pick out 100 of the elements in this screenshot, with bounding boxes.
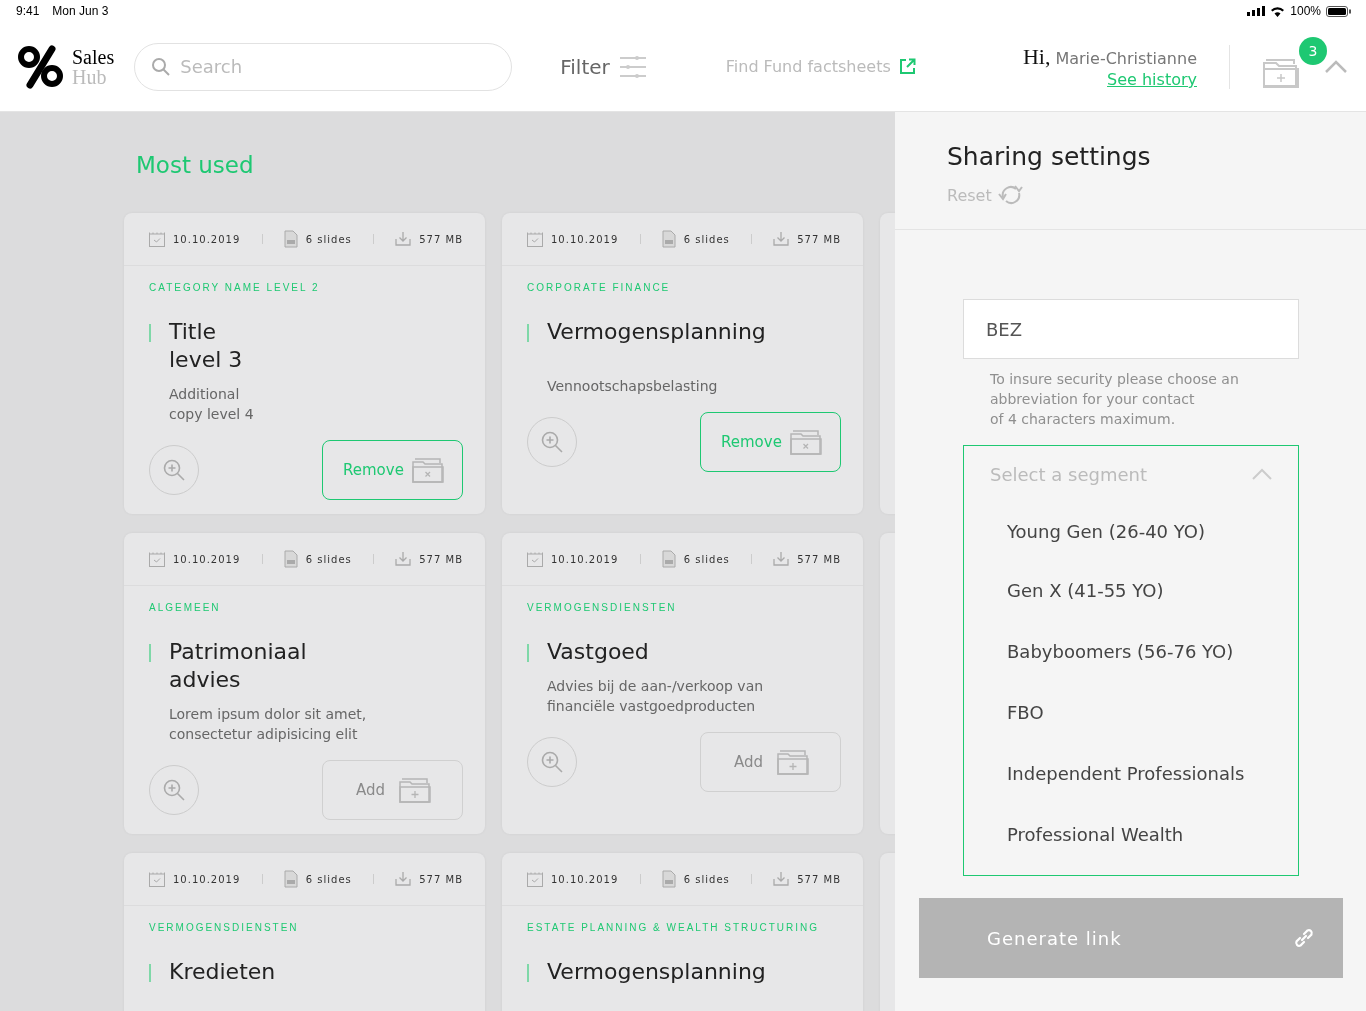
file-size: 577 MB: [797, 873, 841, 885]
file-size: 577 MB: [419, 233, 463, 245]
category-label: ALGEMEEN: [149, 602, 222, 615]
card-description: Advies bij de aan-/verkoop van financiële vastgoedproducten: [547, 677, 765, 716]
zoom-in-button[interactable]: [149, 765, 199, 815]
download-icon: [395, 232, 412, 246]
file-size: 577 MB: [797, 233, 841, 245]
segment-dropdown[interactable]: Select a segment: [964, 446, 1298, 502]
count-badge: 3: [1299, 36, 1327, 65]
logo-text: Sales: [72, 46, 115, 67]
segment-option[interactable]: Independent Professionals: [964, 743, 1298, 804]
download-icon: [773, 872, 790, 886]
segment-option[interactable]: Babyboomers (56-76 YO): [964, 621, 1298, 682]
zoom-in-icon: [162, 778, 186, 802]
document-icon: [283, 870, 298, 888]
history-link[interactable]: See history: [1107, 70, 1197, 89]
date-text: 10.10.2019: [173, 873, 241, 885]
zoom-in-button[interactable]: [527, 737, 577, 787]
slides-count: 6 slides: [305, 873, 352, 885]
card-title: Patrimoniaal advies: [169, 638, 307, 694]
battery-icon: [1326, 5, 1351, 17]
panel-title: Sharing settings: [947, 142, 1152, 171]
date-text: 10.10.2019: [551, 873, 619, 885]
user-name: Marie-Christianne: [1055, 49, 1197, 68]
category-label: CATEGORY NAME LEVEL 2: [149, 282, 321, 295]
greeting: Hi,: [1022, 44, 1051, 70]
card-description: Additional copy level 4: [169, 385, 255, 424]
signal-icon: [1247, 6, 1266, 16]
folder-add-icon: [777, 749, 809, 775]
chevron-up-icon[interactable]: [1324, 59, 1348, 74]
card-title: Vermogensplanning: [547, 318, 766, 346]
wifi-icon: [1270, 5, 1286, 17]
file-size: 577 MB: [419, 873, 463, 885]
add-button[interactable]: Add: [700, 732, 841, 792]
category-label: CORPORATE FINANCE: [527, 282, 672, 295]
search-icon: [151, 56, 172, 77]
date-text: 10.10.2019: [173, 553, 241, 565]
document-icon: [283, 230, 298, 248]
slides-count: 6 slides: [305, 233, 352, 245]
segment-option[interactable]: Young Gen (26-40 YO): [964, 502, 1298, 560]
status-date: Mon Jun 3: [52, 4, 109, 18]
document-icon: [661, 870, 676, 888]
slides-count: 6 slides: [305, 553, 352, 565]
download-icon: [395, 552, 412, 566]
segment-option[interactable]: Gen X (41-55 YO): [964, 560, 1298, 621]
sliders-icon: [619, 55, 646, 78]
file-size: 577 MB: [419, 553, 463, 565]
section-title: Most used: [136, 152, 255, 180]
category-label: VERMOGENSDIENSTEN: [527, 602, 678, 615]
category-label: ESTATE PLANNING & WEALTH STRUCTURING: [527, 922, 821, 935]
filter-button[interactable]: Filter: [560, 54, 646, 79]
folder-remove-icon: [790, 429, 822, 455]
reset-button[interactable]: Reset: [947, 185, 1024, 205]
calendar-icon: [527, 231, 543, 247]
zoom-in-icon: [540, 750, 564, 774]
calendar-icon: [149, 871, 165, 887]
document-icon: [661, 230, 676, 248]
download-icon: [773, 232, 790, 246]
zoom-in-button[interactable]: [527, 417, 577, 467]
category-label: VERMOGENSDIENSTEN: [149, 922, 300, 935]
slides-count: 6 slides: [683, 553, 730, 565]
hint-text: To insure security please choose an abbreviation for your contact of 4 characters maximum.: [990, 370, 1240, 429]
calendar-icon: [527, 871, 543, 887]
file-size: 577 MB: [797, 553, 841, 565]
external-link-icon: [898, 58, 916, 75]
card-description: Lorem ipsum dolor sit amet, consectetur adipisicing elit: [169, 705, 368, 744]
remove-button[interactable]: Remove: [700, 412, 841, 472]
date-text: 10.10.2019: [173, 233, 241, 245]
segment-option[interactable]: Professional Wealth: [964, 804, 1298, 865]
card-title: Vermogensplanning: [547, 958, 766, 986]
add-button[interactable]: Add: [322, 760, 463, 820]
download-icon: [395, 872, 412, 886]
card-title: Vastgoed: [547, 638, 649, 666]
zoom-in-button[interactable]: [149, 445, 199, 495]
logo-icon: [18, 44, 64, 89]
folder-remove-icon: [412, 457, 444, 483]
document-icon: [661, 550, 676, 568]
slides-count: 6 slides: [683, 233, 730, 245]
logo-subtext: Hub: [72, 66, 108, 87]
calendar-icon: [149, 231, 165, 247]
download-icon: [773, 552, 790, 566]
date-text: 10.10.2019: [551, 233, 619, 245]
search-field[interactable]: Search: [134, 42, 513, 91]
refresh-icon: [997, 185, 1024, 205]
card-description: Vennootschapsbelasting: [547, 377, 719, 396]
calendar-icon: [527, 551, 543, 567]
status-time: 9:41: [16, 4, 40, 18]
abbreviation-field[interactable]: BEZ: [963, 299, 1299, 359]
calendar-icon: [149, 551, 165, 567]
segment-option[interactable]: FBO: [964, 682, 1298, 743]
zoom-in-icon: [162, 458, 186, 482]
slides-count: 6 slides: [683, 873, 730, 885]
folder-add-icon: [399, 777, 431, 803]
card-title: Kredieten: [169, 958, 276, 986]
zoom-in-icon: [540, 430, 564, 454]
battery-percent: 100%: [1290, 4, 1321, 18]
link-icon: [1293, 927, 1315, 949]
document-icon: [283, 550, 298, 568]
factsheets-link[interactable]: Find Fund factsheets: [725, 57, 916, 76]
remove-button[interactable]: Remove: [322, 440, 463, 500]
